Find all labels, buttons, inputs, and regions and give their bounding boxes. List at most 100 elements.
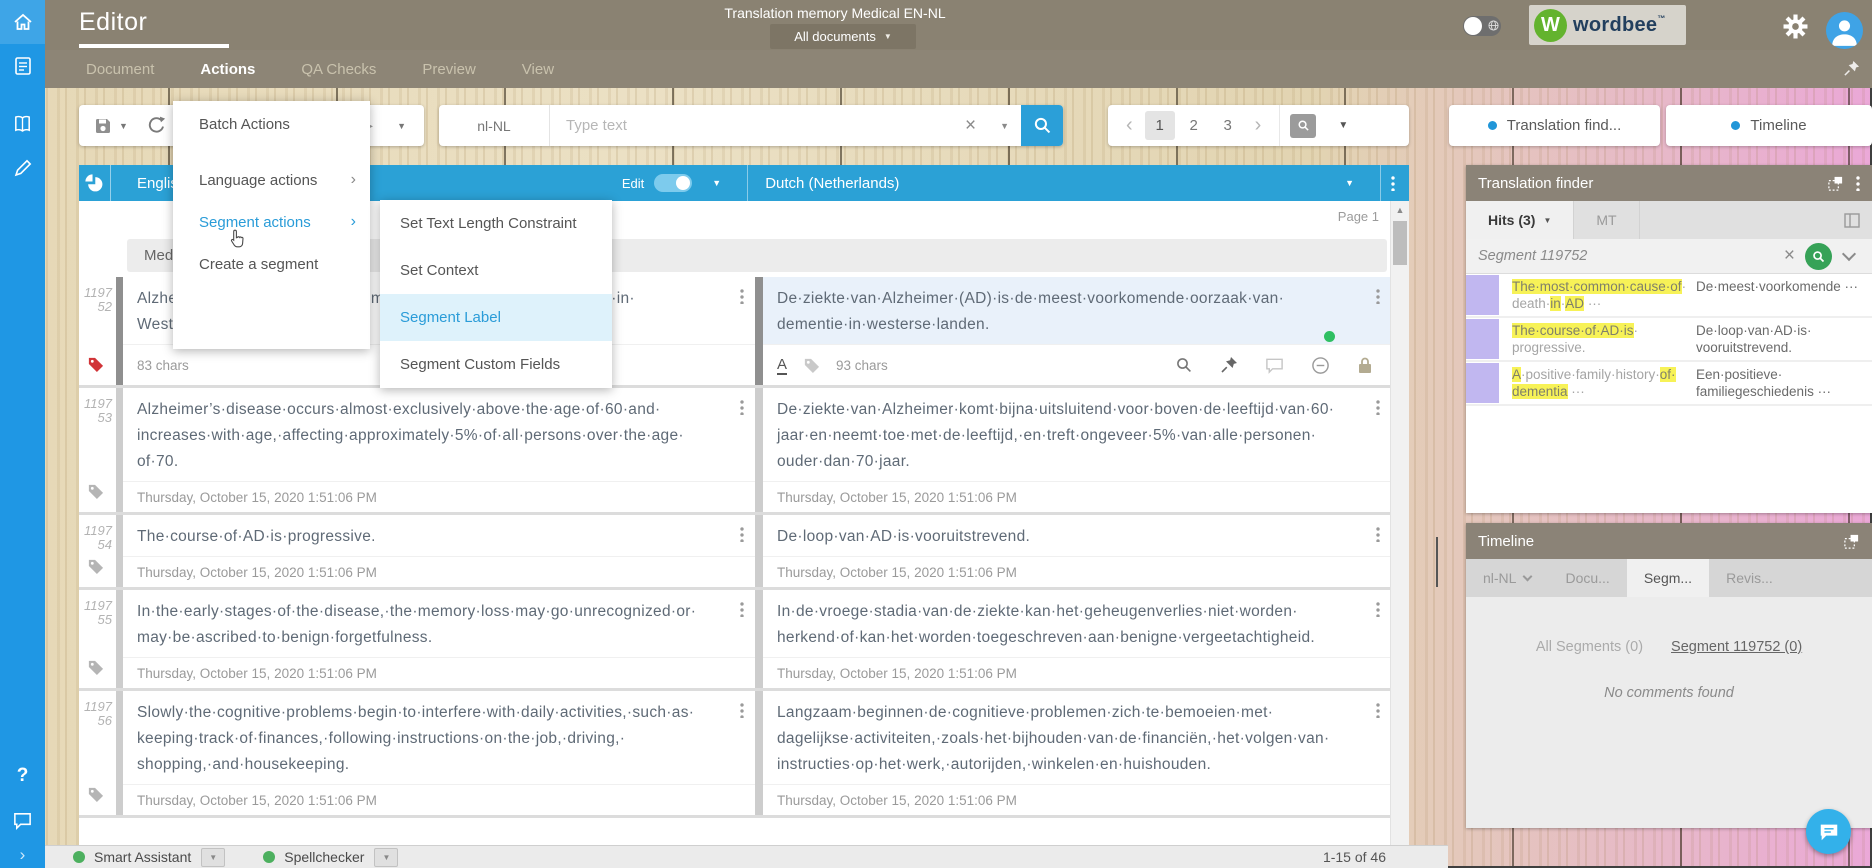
- search-input[interactable]: [550, 104, 953, 147]
- target-caret-icon[interactable]: ▼: [1345, 178, 1354, 188]
- lock-segment-icon[interactable]: [1357, 356, 1373, 374]
- cell-menu-icon[interactable]: [740, 526, 744, 542]
- tab-segment[interactable]: Segm...: [1627, 559, 1709, 597]
- submenu-item-segment-label[interactable]: Segment Label: [380, 294, 612, 341]
- target-cell[interactable]: De·​ziekte·​van·​Alzheimer·​(AD)·​is·​de…: [763, 277, 1391, 385]
- all-segments-link[interactable]: All Segments (0): [1536, 639, 1643, 655]
- segment-tag-icon[interactable]: [87, 786, 104, 803]
- save-button[interactable]: [93, 116, 113, 136]
- chat-fab-button[interactable]: [1806, 809, 1851, 854]
- scrollbar-thumb[interactable]: [1393, 221, 1407, 265]
- formatting-icon[interactable]: A: [777, 356, 787, 375]
- cell-menu-icon[interactable]: [740, 288, 744, 304]
- source-cell[interactable]: The·​course·​of·​AD·​is·​progressive. Th…: [123, 515, 755, 587]
- page-previous-icon[interactable]: ‹: [1118, 114, 1141, 137]
- refresh-icon[interactable]: [146, 115, 167, 136]
- cell-menu-icon[interactable]: [1376, 702, 1380, 718]
- spellchecker-label[interactable]: Spellchecker: [284, 849, 364, 865]
- edit-caret-icon[interactable]: ▼: [712, 178, 721, 188]
- smart-assistant-caret-icon[interactable]: ▼: [201, 848, 225, 867]
- submenu-item-set-context[interactable]: Set Context: [380, 247, 612, 294]
- cell-menu-icon[interactable]: [1376, 601, 1380, 617]
- pagination-caret-icon[interactable]: ▼: [1338, 120, 1348, 131]
- edit-pencil-icon[interactable]: [0, 146, 45, 190]
- menu-qa-checks[interactable]: QA Checks: [301, 61, 376, 78]
- interface-language-toggle[interactable]: [1463, 16, 1501, 36]
- tab-document[interactable]: Docu...: [1548, 559, 1626, 597]
- edit-toggle[interactable]: [654, 174, 692, 192]
- statistics-pie-icon[interactable]: [79, 165, 111, 201]
- concordance-search-icon[interactable]: [1175, 356, 1193, 374]
- settings-gear-icon[interactable]: [1783, 14, 1808, 39]
- submenu-item-set-text-length-constraint[interactable]: Set Text Length Constraint: [380, 200, 612, 247]
- cell-menu-icon[interactable]: [1376, 399, 1380, 415]
- segment-tag-icon[interactable]: [87, 659, 104, 676]
- tab-hits[interactable]: Hits (3) ▼: [1466, 201, 1574, 239]
- grid-scrollbar[interactable]: ▲: [1390, 201, 1409, 845]
- page-next-icon[interactable]: ›: [1247, 114, 1270, 137]
- tab-revisions[interactable]: Revis...: [1709, 559, 1790, 597]
- target-cell[interactable]: De·​loop·​van·​AD·​is·​vooruitstrevend. …: [763, 515, 1391, 587]
- segment-row[interactable]: 119755 In·​the·​early·​stages·​of·​the·​…: [79, 590, 1391, 691]
- segment-comments-link[interactable]: Segment 119752 (0): [1671, 639, 1802, 655]
- target-cell[interactable]: De·​ziekte·​van·​Alzheimer·​komt·​bijna·…: [763, 388, 1391, 512]
- user-avatar[interactable]: [1826, 12, 1863, 49]
- exclude-segment-icon[interactable]: [1311, 356, 1330, 375]
- search-button[interactable]: [1021, 105, 1063, 146]
- clear-search-icon[interactable]: ×: [953, 115, 988, 137]
- expand-sidebar-icon[interactable]: ›: [0, 842, 45, 868]
- panel-menu-icon[interactable]: [1856, 175, 1860, 191]
- spellchecker-caret-icon[interactable]: ▼: [374, 848, 398, 867]
- target-language-header[interactable]: Dutch (Netherlands): [765, 175, 899, 192]
- tab-mt[interactable]: MT: [1574, 201, 1639, 239]
- menu-view[interactable]: View: [522, 61, 554, 78]
- finder-search-button[interactable]: [1805, 243, 1832, 270]
- page-3-button[interactable]: 3: [1213, 111, 1243, 140]
- home-icon[interactable]: [0, 0, 45, 44]
- source-cell[interactable]: In·​the·​early·​stages·​of·​the·​disease…: [123, 590, 755, 688]
- grid-menu-icon[interactable]: [1391, 175, 1395, 191]
- segment-row[interactable]: 119756 Slowly·​the·​cognitive·​problems·…: [79, 691, 1391, 818]
- cell-menu-icon[interactable]: [740, 399, 744, 415]
- menu-document[interactable]: Document: [86, 61, 154, 78]
- segment-tag-icon[interactable]: [87, 356, 104, 373]
- finder-hit-row[interactable]: A·​positive·​family·​history·​of·​dement…: [1466, 362, 1872, 406]
- insert-tag-icon[interactable]: [803, 357, 820, 374]
- toolbar-more-caret-icon[interactable]: ▼: [397, 121, 406, 131]
- menu-item-segment-actions[interactable]: Segment actions ›: [173, 201, 370, 243]
- scroll-up-icon[interactable]: ▲: [1391, 201, 1409, 218]
- cell-menu-icon[interactable]: [740, 601, 744, 617]
- segment-row[interactable]: 119754 The·​course·​of·​AD·​is·​progress…: [79, 515, 1391, 590]
- search-language-selector[interactable]: nl-NL: [439, 105, 550, 146]
- finder-hit-row[interactable]: The·​most·​common·​cause·​of·​death·​in·…: [1466, 274, 1872, 318]
- segment-tag-icon[interactable]: [87, 483, 104, 500]
- menu-item-create-a-segment[interactable]: Create a segment: [173, 243, 370, 285]
- cell-menu-icon[interactable]: [1376, 288, 1380, 304]
- popout-panel-icon[interactable]: [1843, 533, 1860, 550]
- documents-filter-dropdown[interactable]: All documents ▼: [770, 24, 916, 49]
- page-2-button[interactable]: 2: [1179, 111, 1209, 140]
- tab-language[interactable]: nl-NL: [1466, 559, 1548, 597]
- cell-menu-icon[interactable]: [1376, 526, 1380, 542]
- save-options-caret-icon[interactable]: ▼: [119, 121, 128, 131]
- menu-item-language-actions[interactable]: Language actions ›: [173, 159, 370, 201]
- menu-item-batch-actions[interactable]: Batch Actions: [173, 101, 370, 147]
- dictionary-icon[interactable]: [0, 102, 45, 146]
- finder-expand-icon[interactable]: [1842, 247, 1856, 261]
- popout-panel-icon[interactable]: [1827, 175, 1844, 192]
- panel-resize-handle[interactable]: [1436, 537, 1438, 587]
- source-cell[interactable]: Slowly·​the·​cognitive·​problems·​begin·…: [123, 691, 755, 815]
- help-icon[interactable]: ?: [0, 754, 45, 798]
- pin-segment-icon[interactable]: [1220, 356, 1238, 374]
- feedback-chat-icon[interactable]: [0, 798, 45, 842]
- comment-icon[interactable]: [1265, 356, 1284, 374]
- target-cell[interactable]: Langzaam·​beginnen·​de·​cognitieve·​prob…: [763, 691, 1391, 815]
- target-cell[interactable]: In·​de·​vroege·​stadia·​van·​de·​ziekte·…: [763, 590, 1391, 688]
- menu-actions[interactable]: Actions: [200, 61, 255, 78]
- cell-menu-icon[interactable]: [740, 702, 744, 718]
- source-cell[interactable]: Alzheimer’s·​disease·​occurs·​almost·​ex…: [123, 388, 755, 512]
- segment-row[interactable]: 119753 Alzheimer’s·​disease·​occurs·​alm…: [79, 388, 1391, 515]
- finder-layout-icon[interactable]: [1844, 201, 1872, 239]
- page-1-button[interactable]: 1: [1145, 111, 1175, 140]
- search-options-caret-icon[interactable]: ▼: [988, 121, 1021, 131]
